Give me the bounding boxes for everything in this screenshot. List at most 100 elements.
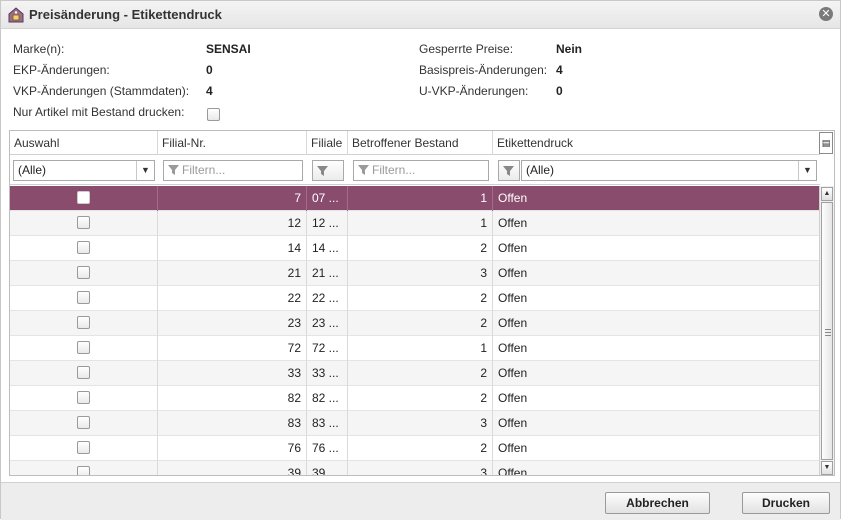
filiale-cell: 22 ... [307, 286, 348, 311]
table-row[interactable]: 82 82 ... 2 Offen [10, 386, 820, 411]
filial-nr-cell: 7 [158, 186, 307, 211]
filiale-cell: 14 ... [307, 236, 348, 261]
uvkp-label: U-VKP-Änderungen: [419, 84, 529, 98]
branch-grid: Auswahl Filial-Nr. Filiale Betroffener B… [9, 130, 835, 476]
column-header-etikettendruck[interactable]: Etikettendruck [493, 131, 820, 155]
filter-icon [358, 165, 369, 175]
basis-value: 4 [556, 63, 563, 77]
filial-nr-filter-input[interactable]: Filtern... [163, 160, 303, 181]
bestand-filter-input[interactable]: Filtern... [353, 160, 489, 181]
row-select-checkbox[interactable] [77, 416, 90, 429]
ekp-value: 0 [206, 63, 213, 77]
etikettendruck-filter-select[interactable]: (Alle) ▼ [521, 160, 817, 181]
table-row[interactable]: 39 39 ... 3 Offen [10, 461, 820, 476]
grip-line [825, 332, 831, 333]
bestand-cell: 2 [348, 286, 493, 311]
filiale-cell: 72 ... [307, 336, 348, 361]
auswahl-cell [10, 436, 158, 461]
gesperrt-label: Gesperrte Preise: [419, 42, 514, 56]
etikettendruck-cell: Offen [498, 441, 528, 455]
auswahl-cell [10, 186, 158, 211]
etikettendruck-cell: Offen [498, 341, 528, 355]
column-header-auswahl[interactable]: Auswahl [10, 131, 158, 155]
column-chooser-icon[interactable]: ▤ [819, 132, 833, 154]
table-row[interactable]: 22 22 ... 2 Offen [10, 286, 820, 311]
auswahl-cell [10, 261, 158, 286]
row-select-checkbox[interactable] [77, 391, 90, 404]
etikettendruck-filter-value: (Alle) [526, 163, 555, 177]
scroll-down-icon[interactable]: ▼ [821, 461, 833, 475]
row-select-checkbox[interactable] [77, 191, 90, 204]
filial-nr-cell: 82 [158, 386, 307, 411]
auswahl-cell [10, 211, 158, 236]
cancel-button[interactable]: Abbrechen [605, 492, 710, 514]
row-select-checkbox[interactable] [77, 291, 90, 304]
table-row[interactable]: 7 07 ... 1 Offen [10, 186, 820, 211]
table-row[interactable]: 21 21 ... 3 Offen [10, 261, 820, 286]
bestand-filter-placeholder: Filtern... [372, 163, 416, 177]
uvkp-value: 0 [556, 84, 563, 98]
column-header-filiale[interactable]: Filiale [307, 131, 348, 155]
filiale-cell: 12 ... [307, 211, 348, 236]
scroll-thumb[interactable] [821, 202, 833, 460]
table-row[interactable]: 76 76 ... 2 Offen [10, 436, 820, 461]
filter-row: (Alle) ▼ Filtern... Filtern... (Alle) ▼ [10, 155, 820, 185]
row-select-checkbox[interactable] [77, 341, 90, 354]
auswahl-cell [10, 286, 158, 311]
filial-nr-cell: 12 [158, 211, 307, 236]
bestand-cell: 1 [348, 336, 493, 361]
table-row[interactable]: 23 23 ... 2 Offen [10, 311, 820, 336]
etikettendruck-cell: Offen [498, 191, 528, 205]
print-button[interactable]: Drucken [742, 492, 830, 514]
row-select-checkbox[interactable] [77, 366, 90, 379]
table-row[interactable]: 14 14 ... 2 Offen [10, 236, 820, 261]
auswahl-filter-select[interactable]: (Alle) ▼ [13, 160, 155, 181]
filial-nr-cell: 23 [158, 311, 307, 336]
row-select-checkbox[interactable] [77, 266, 90, 279]
vertical-scrollbar[interactable]: ▲ ▼ [819, 186, 834, 475]
auswahl-filter-value: (Alle) [18, 163, 47, 177]
filter-icon [317, 166, 328, 176]
auswahl-cell [10, 236, 158, 261]
chevron-down-icon: ▼ [798, 161, 816, 180]
etikettendruck-cell: Offen [498, 416, 528, 430]
filiale-cell: 82 ... [307, 386, 348, 411]
grid-header: Auswahl Filial-Nr. Filiale Betroffener B… [10, 131, 820, 155]
price-tag-icon [8, 7, 24, 23]
table-row[interactable]: 72 72 ... 1 Offen [10, 336, 820, 361]
etikettendruck-cell: Offen [498, 316, 528, 330]
table-row[interactable]: 33 33 ... 2 Offen [10, 361, 820, 386]
gesperrt-value: Nein [556, 42, 583, 56]
filiale-cell: 07 ... [307, 186, 348, 211]
column-header-bestand[interactable]: Betroffener Bestand [348, 131, 493, 155]
bestand-cell: 3 [348, 261, 493, 286]
bestand-cell: 2 [348, 236, 493, 261]
etikettendruck-cell: Offen [498, 241, 528, 255]
table-row[interactable]: 12 12 ... 1 Offen [10, 211, 820, 236]
filiale-cell: 23 ... [307, 311, 348, 336]
auswahl-cell [10, 411, 158, 436]
bestand-filter-checkbox[interactable] [207, 108, 220, 121]
dialog-footer: Abbrechen Drucken [1, 482, 840, 520]
etikettendruck-filter-button[interactable] [498, 160, 520, 181]
filial-nr-cell: 21 [158, 261, 307, 286]
filial-nr-cell: 76 [158, 436, 307, 461]
close-icon[interactable]: ✕ [819, 7, 833, 21]
bestand-cell: 3 [348, 411, 493, 436]
row-select-checkbox[interactable] [77, 241, 90, 254]
filiale-filter-button[interactable] [312, 160, 344, 181]
row-select-checkbox[interactable] [77, 466, 90, 475]
filial-nr-cell: 39 [158, 461, 307, 475]
filial-nr-cell: 14 [158, 236, 307, 261]
column-header-filial-nr[interactable]: Filial-Nr. [158, 131, 307, 155]
table-row[interactable]: 83 83 ... 3 Offen [10, 411, 820, 436]
row-select-checkbox[interactable] [77, 441, 90, 454]
scroll-up-icon[interactable]: ▲ [821, 187, 833, 201]
filter-icon [503, 166, 514, 176]
etikettendruck-cell: Offen [498, 466, 528, 476]
row-select-checkbox[interactable] [77, 316, 90, 329]
row-select-checkbox[interactable] [77, 216, 90, 229]
grip-line [825, 335, 831, 336]
etikettendruck-cell: Offen [498, 391, 528, 405]
filiale-cell: 83 ... [307, 411, 348, 436]
